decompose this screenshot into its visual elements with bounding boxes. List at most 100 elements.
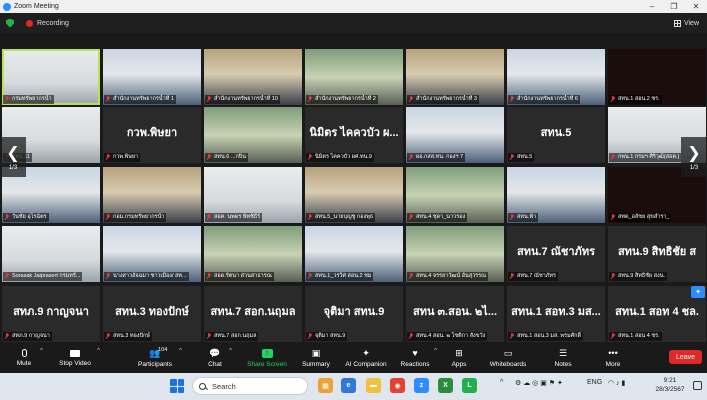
muted-mic-icon <box>610 333 616 340</box>
participant-name-label: สทน.6 ...กปิน <box>205 153 249 162</box>
leave-button[interactable]: Leave <box>669 350 702 364</box>
share-screen-icon: ↑ <box>261 348 273 358</box>
taskbar-search[interactable]: Search <box>192 377 308 395</box>
encryption-shield-icon[interactable] <box>6 18 14 28</box>
chevron-up-icon[interactable]: ^ <box>40 348 43 354</box>
chevron-up-icon[interactable]: ^ <box>97 348 100 354</box>
notes-button[interactable]: ☰ Notes <box>551 343 575 373</box>
participant-tile[interactable]: ผอ.กสส.ทน. กองฯ 7 <box>406 107 504 163</box>
participant-tile[interactable]: กวพ.พิษยา กวพ.พิษยา <box>103 107 201 163</box>
participant-tile[interactable]: สทน ๓.สอน. ๒ไ... สทน.4 สอน. ๒ โซติกา สังข… <box>406 286 504 342</box>
participant-name: สำนักงานทรัพยากรน้ำที่ 2 <box>315 96 376 102</box>
participant-tile[interactable]: สทภ.9 กาญจนา สทภ.9 กาญจนา <box>2 286 100 342</box>
windows-start-icon[interactable] <box>170 379 184 393</box>
language-indicator[interactable]: ENG <box>587 379 602 386</box>
taskbar-clock[interactable]: 9:21 28/3/2567 <box>651 376 689 394</box>
network-volume-icons[interactable]: ◠ ♪ ▮ <box>608 379 625 387</box>
participant-name: วันชัย อุไรฉัตร <box>12 214 47 220</box>
participant-name: สทน.1 สอน 4 ชร. <box>618 333 660 339</box>
participant-name-label: สำนักงานทรัพยากรน้ำที่ 10 <box>205 95 280 104</box>
muted-mic-icon <box>105 96 111 103</box>
chevron-up-icon[interactable]: ^ <box>179 348 182 354</box>
participant-tile[interactable]: สทน.6 ...กปิน <box>204 107 302 163</box>
participant-tile[interactable]: สำนักงานทรัพยากรน้ำที่ 1 <box>103 49 201 105</box>
share-screen-button[interactable]: ↑ Share Screen <box>245 343 289 373</box>
notes-icon: ☰ <box>558 347 568 358</box>
view-button[interactable]: View <box>673 19 699 27</box>
participant-display-name: กวพ.พิษยา <box>126 127 178 139</box>
participant-name-label: สทน.1 สอน.3 มส. พรมศักดิ์ <box>508 332 584 341</box>
participant-tile[interactable]: สำนักงานทรัพยากรน้ำที่ 3 <box>406 49 504 105</box>
reactions-button[interactable]: ♥ Reactions ^ <box>398 343 437 373</box>
notifications-icon[interactable] <box>693 381 702 390</box>
participant-tile[interactable]: สำนักงานทรัพยากรน้ำที่ 10 <box>204 49 302 105</box>
muted-mic-icon <box>105 214 111 221</box>
chrome-icon[interactable]: ◉ <box>390 378 405 393</box>
recording-status[interactable]: Recording <box>37 20 69 27</box>
participant-name-label: สทภ.9 กาญจนา <box>3 332 52 341</box>
chevron-up-icon[interactable]: ^ <box>229 348 232 354</box>
participant-tile[interactable]: สทน.3 ทองปักษ์ สทน.3 ทองปักษ์ <box>103 286 201 342</box>
participant-tile[interactable]: สทน.5_นายบุญชู กองพุธ <box>305 167 403 223</box>
zoom-floating-icon[interactable]: ✦ <box>691 286 705 298</box>
ai-companion-button[interactable]: ✦ AI Companion <box>343 343 389 373</box>
participant-tile[interactable]: สทน.1_วรวิศ สอน.2 ชม <box>305 226 403 282</box>
participant-tile[interactable]: สทน.7 สอก.นฤมล สทน.7 สอก.นฤมล <box>204 286 302 342</box>
zoom-logo-icon <box>3 2 11 11</box>
zoom-taskbar-icon[interactable]: z <box>414 378 429 393</box>
participant-tile[interactable]: สทน.1 สอท.3 มส... สทน.1 สอน.3 มส. พรมศักด… <box>507 286 605 342</box>
muted-mic-icon <box>408 273 414 280</box>
maximize-button[interactable]: ❐ <box>663 2 685 11</box>
minimize-button[interactable]: – <box>641 2 663 11</box>
participant-tile[interactable]: กรมทรัพยากรน้ำ <box>2 49 100 105</box>
previous-page-button[interactable]: ❮ 1/3 <box>0 137 26 177</box>
chevron-up-icon[interactable]: ^ <box>434 348 437 354</box>
muted-mic-icon <box>408 333 414 340</box>
widgets-icon[interactable]: ▦ <box>318 378 333 393</box>
participant-tile[interactable]: สทน.ฟ้า <box>507 167 605 223</box>
heart-icon: ♥ <box>412 348 418 358</box>
next-page-button[interactable]: ❯ 1/3 <box>681 137 707 177</box>
window-title: Zoom Meeting <box>14 3 59 10</box>
participant-name: กพน.1 กรมฯ ศิริวุฒิ(สอค.) <box>618 154 680 160</box>
edge-browser-icon[interactable]: e <box>341 378 356 393</box>
participant-tile[interactable]: สำนักงานทรัพยากรน้ำที่ 6 <box>507 49 605 105</box>
close-button[interactable]: ✕ <box>685 2 707 11</box>
participant-tile[interactable]: สำนักงานทรัพยากรน้ำที่ 2 <box>305 49 403 105</box>
participants-button[interactable]: 👥 104 Participants ^ <box>133 343 182 373</box>
participant-display-name: สทน.9 สิทธิชัย ส <box>617 246 697 258</box>
participant-name: สำนักงานทรัพยากรน้ำที่ 10 <box>214 96 278 102</box>
participant-tile[interactable]: สทน.4 จรรยาวัฒน์ อันสุวรรณ <box>406 226 504 282</box>
mute-button[interactable]: Mute ^ <box>10 343 43 373</box>
tray-apps-icon[interactable]: ⚙ ☁ ◎ ▣ ⚑ ✦ <box>515 379 563 387</box>
tray-chevron-icon[interactable]: ^ <box>500 379 503 386</box>
file-explorer-icon[interactable]: ▬ <box>366 378 381 393</box>
participant-tile[interactable]: สทน.4 ชุดา_นาวรอง <box>406 167 504 223</box>
participant-tile[interactable]: นางสาวอัจฉมา ชาวเมือง/ สท... <box>103 226 201 282</box>
participant-tile[interactable]: นิมิตร ไคควบัว ผ... นิมิตร ไคควบัว ผศ.ทน.… <box>305 107 403 163</box>
participant-tile[interactable]: จุติมา สทน.9 จุติมา สทน.9 <box>305 286 403 342</box>
participant-tile[interactable]: สทน.7 ณัชาภัทร สทน.7 ณัชาภัทร <box>507 226 605 282</box>
line-app-icon[interactable]: L <box>462 378 477 393</box>
stop-video-button[interactable]: Stop Video ^ <box>55 343 100 373</box>
participant-tile[interactable]: สทน.9 สิทธิชัย สสทน.9 สิทธิชัย สงน. <box>608 226 706 282</box>
muted-mic-icon <box>509 96 515 103</box>
participant-tile[interactable]: สทน.1 สอน.2 ชร. <box>608 49 706 105</box>
muted-mic-icon <box>509 214 515 221</box>
participant-tile[interactable]: กอม.กรมทรัพยากรน้ำ <box>103 167 201 223</box>
more-button[interactable]: ••• More <box>602 343 624 373</box>
apps-button[interactable]: ⊞ Apps <box>448 343 470 373</box>
muted-mic-icon <box>105 273 111 280</box>
whiteboards-button[interactable]: ▭ Whiteboards <box>487 343 529 373</box>
excel-icon[interactable]: X <box>438 378 453 393</box>
participant-tile[interactable]: สอด.รัตนา ส่วนสาธารณ <box>204 226 302 282</box>
participant-name-label: สทน.5 <box>508 153 535 162</box>
participant-tile[interactable]: สทน.5 สทน.5 <box>507 107 605 163</box>
participant-name: สทน.7 ณัชาภัทร <box>517 273 556 279</box>
participant-tile[interactable]: สอค. นพดร พิทซิธีร์ <box>204 167 302 223</box>
page-indicator-left: 1/3 <box>8 165 18 171</box>
summary-button[interactable]: ▣ Summary <box>300 343 332 373</box>
participant-tile[interactable]: Sorasak Jaiprasert กรมทรั... <box>2 226 100 282</box>
participant-name-label: กวพ.พิษยา <box>104 153 141 162</box>
chat-button[interactable]: 💬 Chat ^ <box>203 343 232 373</box>
